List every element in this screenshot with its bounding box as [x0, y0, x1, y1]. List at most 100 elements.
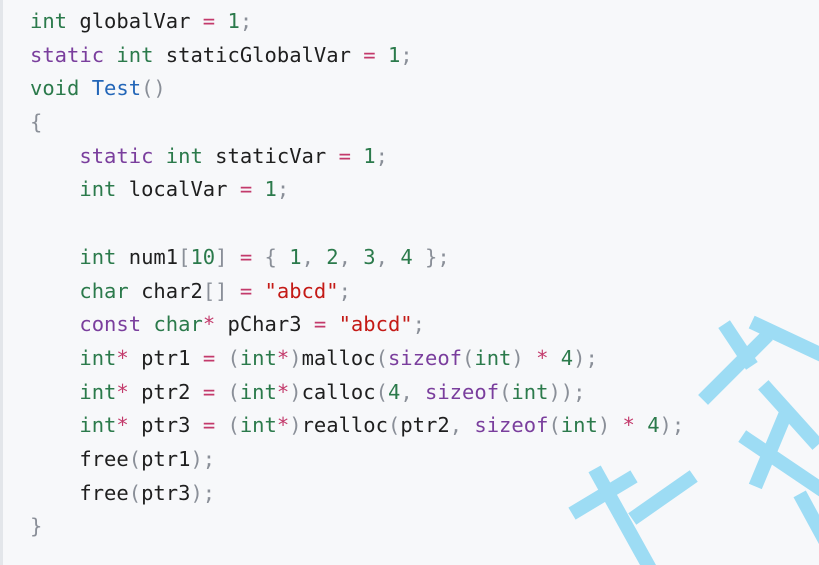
code-token: "abcd" [338, 312, 413, 337]
code-token: ; [338, 278, 351, 303]
code-token: ) [289, 413, 302, 438]
code-token: 4 [647, 413, 660, 438]
code-token: 4 [387, 379, 401, 404]
code-token: ptr2 [400, 413, 450, 438]
code-token: int [511, 379, 549, 404]
code-token: ) [289, 345, 302, 370]
code-token: * [276, 413, 290, 438]
code-token: * [116, 345, 129, 370]
code-token: 1 [289, 244, 302, 269]
code-line: const char* pChar3 = "abcd"; [30, 308, 684, 342]
code-token: , [338, 244, 351, 269]
code-token: localVar [116, 177, 240, 202]
code-token: "abcd" [264, 278, 339, 303]
code-token: , [375, 244, 388, 269]
code-token: * [622, 413, 635, 438]
code-token: ptr3 [128, 413, 203, 438]
code-token: ptr1 [128, 345, 203, 370]
code-line: void Test() [30, 72, 684, 106]
code-token: ; [276, 177, 290, 202]
code-line: { [30, 106, 684, 140]
code-token: globalVar [67, 9, 203, 33]
code-token: ( [128, 446, 142, 471]
code-token: char [153, 312, 203, 337]
code-token: * [202, 312, 216, 337]
code-token: = [202, 345, 216, 370]
code-token: 4 [560, 345, 574, 370]
code-token: sizeof [425, 379, 500, 404]
code-token: 1 [227, 9, 240, 33]
code-token: char [79, 278, 129, 303]
code-token: 3 [363, 244, 376, 269]
code-token: * [116, 379, 129, 404]
code-block: int globalVar = 1; static int staticGloba… [0, 0, 819, 565]
code-token: 2 [326, 244, 339, 269]
code-token: 1 [264, 177, 277, 202]
code-token: free [30, 480, 129, 505]
code-token: ); [659, 413, 685, 438]
code-token: int [239, 413, 277, 438]
code-token: = [202, 9, 216, 33]
code-token: ); [190, 480, 216, 505]
code-line: } [30, 510, 684, 544]
code-token: 4 [400, 244, 413, 269]
code-token: ptr3 [141, 480, 191, 505]
code-token: const [79, 312, 142, 337]
code-token: staticGlobalVar [153, 42, 364, 67]
code-token: static [79, 143, 154, 168]
code-token: ( [499, 379, 512, 404]
code-token: = [363, 42, 376, 67]
code-token: ; [400, 42, 413, 67]
code-token: int [474, 345, 512, 370]
code-token: int [239, 379, 277, 404]
code-line: int* ptr2 = (int*)calloc(4, sizeof(int))… [30, 376, 684, 410]
code-token: int [79, 379, 117, 404]
code-token: pChar3 [215, 312, 314, 337]
code-token: free [30, 446, 129, 471]
code-token: ] [215, 244, 228, 269]
code-token: ; [412, 312, 425, 337]
code-token: ) [597, 413, 611, 438]
code-token: int [116, 42, 154, 67]
code-token: num1 [116, 244, 179, 269]
code-token: = [239, 244, 253, 269]
code-token: * [276, 345, 290, 370]
code-listing: int globalVar = 1; static int staticGloba… [30, 5, 684, 544]
code-token: ( [227, 345, 240, 370]
code-token: { [264, 244, 277, 269]
code-token: = [338, 143, 351, 168]
code-token: sizeof [387, 345, 463, 370]
code-token: 1 [363, 143, 376, 168]
code-token: = [239, 278, 253, 303]
code-line: int* ptr1 = (int*)malloc(sizeof(int) * 4… [30, 342, 684, 376]
code-token: ) [511, 345, 524, 370]
code-token: = [239, 177, 253, 202]
code-token: 10 [190, 244, 216, 269]
code-token: [] [202, 278, 228, 303]
